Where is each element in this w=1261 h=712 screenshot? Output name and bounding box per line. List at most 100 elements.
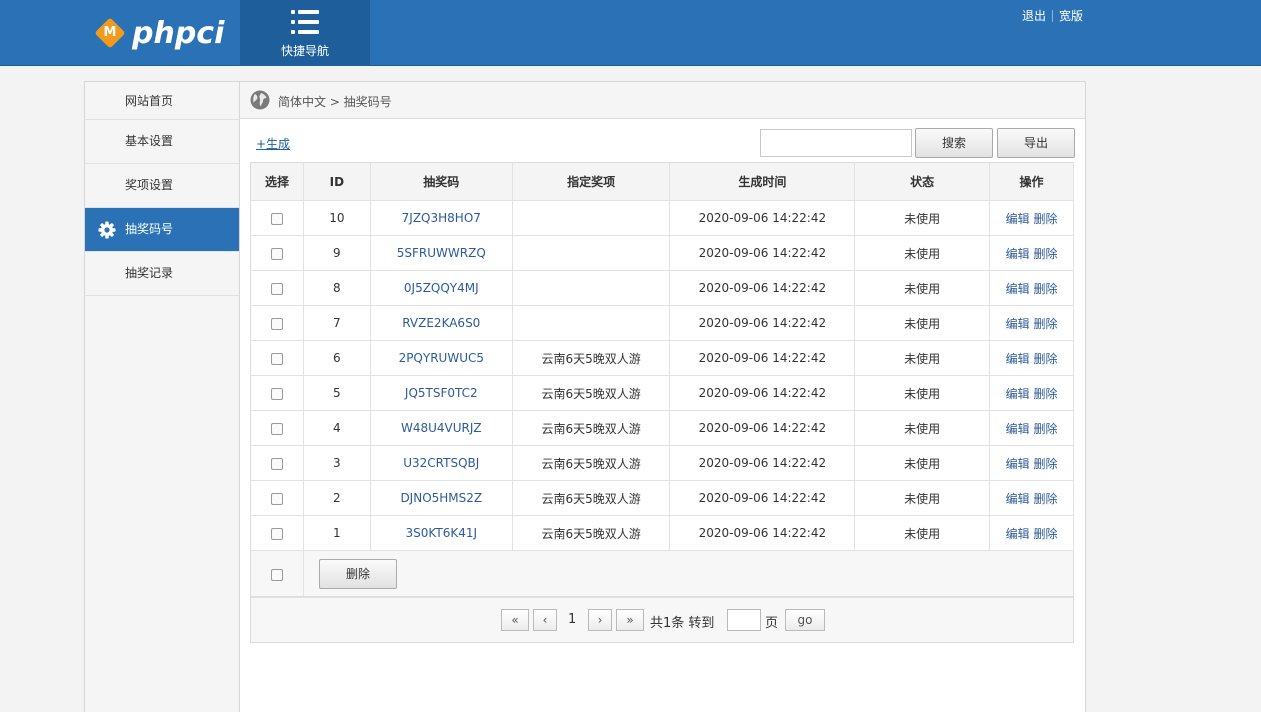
page-unit-label: 页 bbox=[765, 616, 779, 631]
edit-link[interactable]: 编辑 bbox=[1006, 247, 1030, 261]
edit-link[interactable]: 编辑 bbox=[1006, 212, 1030, 226]
prev-page-button[interactable]: ‹ bbox=[533, 609, 557, 631]
row-select-cell bbox=[250, 200, 304, 236]
row-actions: 编辑 删除 bbox=[989, 200, 1074, 236]
delete-link[interactable]: 删除 bbox=[1033, 387, 1057, 401]
table-row: 2 DJNO5HMS2Z 云南6天5晚双人游 2020-09-06 14:22:42 未… bbox=[250, 480, 1074, 516]
edit-link[interactable]: 编辑 bbox=[1006, 387, 1030, 401]
row-checkbox[interactable] bbox=[270, 212, 283, 225]
col-prize[interactable]: 指定奖项 bbox=[512, 162, 671, 201]
row-id: 6 bbox=[303, 340, 371, 376]
lottery-code-table: 选择 ID 抽奖码 指定奖项 生成时间 状态 操作 10 7JZQ3H8HO7 20… bbox=[250, 162, 1074, 551]
sidebar-item-basic-settings[interactable]: 基本设置 bbox=[85, 120, 239, 164]
col-id[interactable]: ID bbox=[303, 162, 371, 201]
logout-link[interactable]: 退出 bbox=[1022, 7, 1046, 24]
row-code[interactable]: U32CRTSQBJ bbox=[370, 445, 513, 481]
delete-link[interactable]: 删除 bbox=[1033, 422, 1057, 436]
edit-link[interactable]: 编辑 bbox=[1006, 492, 1030, 506]
sidebar-item-home[interactable]: 网站首页 bbox=[85, 82, 239, 120]
sidebar-item-label: 网站首页 bbox=[125, 94, 174, 108]
delete-link[interactable]: 删除 bbox=[1033, 282, 1057, 296]
wide-mode-link[interactable]: 宽版 bbox=[1059, 7, 1083, 24]
edit-link[interactable]: 编辑 bbox=[1006, 527, 1030, 541]
row-code[interactable]: 3S0KT6K41J bbox=[370, 515, 513, 551]
row-time: 2020-09-06 14:22:42 bbox=[669, 375, 856, 411]
row-status: 未使用 bbox=[854, 235, 991, 271]
row-id: 5 bbox=[303, 375, 371, 411]
delete-link[interactable]: 删除 bbox=[1033, 352, 1057, 366]
row-checkbox[interactable] bbox=[270, 527, 283, 540]
search-input[interactable] bbox=[760, 129, 912, 157]
list-menu-icon bbox=[291, 10, 319, 34]
col-ops: 操作 bbox=[989, 162, 1074, 201]
row-code[interactable]: 7JZQ3H8HO7 bbox=[370, 200, 513, 236]
row-checkbox[interactable] bbox=[270, 317, 283, 330]
sidebar-item-lottery-records[interactable]: 抽奖记录 bbox=[85, 252, 239, 296]
edit-link[interactable]: 编辑 bbox=[1006, 422, 1030, 436]
row-checkbox[interactable] bbox=[270, 492, 283, 505]
table-row: 5 JQ5TSF0TC2 云南6天5晚双人游 2020-09-06 14:22:42 未… bbox=[250, 375, 1074, 411]
row-time: 2020-09-06 14:22:42 bbox=[669, 340, 856, 376]
col-time[interactable]: 生成时间 bbox=[669, 162, 856, 201]
toolbar: +生成 搜索 导出 bbox=[240, 119, 1085, 161]
row-checkbox[interactable] bbox=[270, 247, 283, 260]
row-prize bbox=[512, 200, 671, 236]
search-button[interactable]: 搜索 bbox=[915, 128, 993, 158]
bulk-delete-button[interactable]: 删除 bbox=[319, 559, 397, 589]
delete-link[interactable]: 删除 bbox=[1033, 527, 1057, 541]
row-actions: 编辑 删除 bbox=[989, 235, 1074, 271]
row-time: 2020-09-06 14:22:42 bbox=[669, 515, 856, 551]
next-page-button[interactable]: › bbox=[588, 609, 612, 631]
table-row: 6 2PQYRUWUC5 云南6天5晚双人游 2020-09-06 14:22:42 未… bbox=[250, 340, 1074, 376]
row-checkbox[interactable] bbox=[270, 282, 283, 295]
row-code[interactable]: 5SFRUWWRZQ bbox=[370, 235, 513, 271]
sidebar-item-lottery-codes[interactable]: 抽奖码号 bbox=[85, 208, 239, 252]
divider bbox=[1052, 9, 1054, 22]
sidebar-item-label: 抽奖码号 bbox=[125, 222, 174, 236]
row-checkbox[interactable] bbox=[270, 457, 283, 470]
row-code[interactable]: 2PQYRUWUC5 bbox=[370, 340, 513, 376]
row-checkbox[interactable] bbox=[270, 352, 283, 365]
row-checkbox[interactable] bbox=[270, 422, 283, 435]
go-button[interactable]: go bbox=[785, 609, 825, 631]
delete-link[interactable]: 删除 bbox=[1033, 492, 1057, 506]
col-status[interactable]: 状态 bbox=[854, 162, 991, 201]
row-code[interactable]: W48U4VURJZ bbox=[370, 410, 513, 446]
row-actions: 编辑 删除 bbox=[989, 340, 1074, 376]
row-actions: 编辑 删除 bbox=[989, 305, 1074, 341]
row-status: 未使用 bbox=[854, 305, 991, 341]
row-id: 8 bbox=[303, 270, 371, 306]
col-code[interactable]: 抽奖码 bbox=[370, 162, 513, 201]
row-code[interactable]: JQ5TSF0TC2 bbox=[370, 375, 513, 411]
edit-link[interactable]: 编辑 bbox=[1006, 352, 1030, 366]
edit-link[interactable]: 编辑 bbox=[1006, 282, 1030, 296]
row-id: 7 bbox=[303, 305, 371, 341]
row-prize: 云南6天5晚双人游 bbox=[512, 515, 671, 551]
row-code[interactable]: 0J5ZQQY4MJ bbox=[370, 270, 513, 306]
row-code[interactable]: RVZE2KA6S0 bbox=[370, 305, 513, 341]
edit-link[interactable]: 编辑 bbox=[1006, 457, 1030, 471]
row-select-cell bbox=[250, 340, 304, 376]
logo[interactable]: M phpci bbox=[94, 14, 224, 52]
export-button[interactable]: 导出 bbox=[997, 128, 1075, 158]
delete-link[interactable]: 删除 bbox=[1033, 457, 1057, 471]
delete-link[interactable]: 删除 bbox=[1033, 212, 1057, 226]
first-page-button[interactable]: « bbox=[501, 609, 529, 631]
row-time: 2020-09-06 14:22:42 bbox=[669, 235, 856, 271]
quick-nav-button[interactable]: 快捷导航 bbox=[240, 0, 370, 66]
last-page-button[interactable]: » bbox=[616, 609, 644, 631]
row-status: 未使用 bbox=[854, 375, 991, 411]
row-checkbox[interactable] bbox=[270, 387, 283, 400]
goto-page-input[interactable] bbox=[727, 609, 761, 631]
delete-link[interactable]: 删除 bbox=[1033, 247, 1057, 261]
row-status: 未使用 bbox=[854, 480, 991, 516]
sidebar-item-prize-settings[interactable]: 奖项设置 bbox=[85, 164, 239, 208]
row-code[interactable]: DJNO5HMS2Z bbox=[370, 480, 513, 516]
row-id: 2 bbox=[303, 480, 371, 516]
delete-link[interactable]: 删除 bbox=[1033, 317, 1057, 331]
row-time: 2020-09-06 14:22:42 bbox=[669, 270, 856, 306]
select-all-checkbox[interactable] bbox=[271, 568, 283, 581]
generate-link[interactable]: +生成 bbox=[256, 135, 290, 152]
bulk-action-row: 删除 bbox=[250, 551, 1074, 597]
edit-link[interactable]: 编辑 bbox=[1006, 317, 1030, 331]
